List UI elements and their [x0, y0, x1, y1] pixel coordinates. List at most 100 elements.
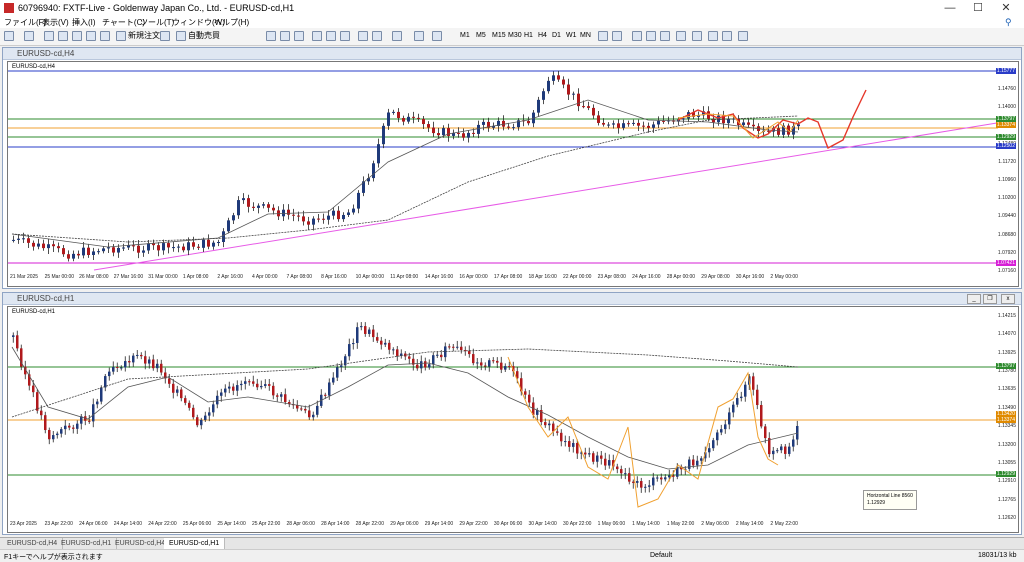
tab-eurusd-h4-2[interactable]: EURUSD-cd,H4 [110, 538, 172, 549]
timeframe-m30[interactable]: M30 [506, 30, 524, 42]
auto-trading-icon[interactable] [176, 31, 186, 41]
fibonacci-icon[interactable] [692, 31, 702, 41]
candle-body [587, 106, 590, 108]
timeframe-m1[interactable]: M1 [458, 30, 472, 42]
new-chart-icon[interactable] [4, 31, 14, 41]
maximize-button[interactable]: ☐ [964, 1, 992, 15]
horizontal-line-icon[interactable] [646, 31, 656, 41]
candle-body [420, 361, 423, 369]
window-close-button[interactable]: x [1001, 294, 1015, 304]
cursor-icon[interactable] [598, 31, 608, 41]
timeframe-w1[interactable]: W1 [564, 30, 579, 42]
chart-window-h4[interactable]: EURUSD-cd,H4 EURUSD-cd,H4 1.155201.14760… [2, 47, 1022, 289]
auto-trading-button[interactable]: 自動売買 [188, 30, 220, 42]
candle-body [120, 367, 123, 369]
profiles-icon[interactable] [24, 31, 34, 41]
tab-eurusd-h4[interactable]: EURUSD-cd,H4 [2, 538, 64, 549]
chart-window-h1[interactable]: EURUSD-cd,H1 _ ❐ x EURUSD-cd,H1 1.14215 1… [2, 292, 1022, 535]
timeframe-m5[interactable]: M5 [474, 30, 488, 42]
terminal-icon[interactable] [86, 31, 96, 41]
chart-window-titlebar[interactable]: EURUSD-cd,H4 [3, 48, 1021, 60]
candlestick-chart[interactable] [8, 62, 1018, 286]
menu-view[interactable]: 表示(V) [42, 17, 69, 28]
candle-body [107, 247, 110, 249]
status-profile: Default [650, 552, 673, 559]
templates-icon[interactable] [432, 31, 442, 41]
search-icon[interactable]: ⚲ [1005, 17, 1012, 28]
candle-body [357, 192, 360, 209]
timeframe-mn[interactable]: MN [578, 30, 593, 42]
time-tick-label: 23 Apr 2025 [10, 521, 37, 527]
new-order-icon[interactable] [116, 31, 126, 41]
menu-chart[interactable]: チャート(C) [102, 17, 145, 28]
vertical-line-icon[interactable] [632, 31, 642, 41]
candle-body [577, 93, 580, 107]
arrows-icon[interactable] [738, 31, 748, 41]
price-chart-area[interactable]: EURUSD-cd,H1 1.14215 1.14070 1.13925 1.1378… [7, 306, 1019, 533]
metaeditor-icon[interactable] [160, 31, 170, 41]
candle-body [97, 251, 100, 253]
time-tick-label: 24 Apr 22:00 [148, 521, 177, 527]
autoscroll-icon[interactable] [358, 31, 368, 41]
candle-body [224, 388, 227, 393]
chart-window-titlebar[interactable]: EURUSD-cd,H1 _ ❐ x [3, 293, 1021, 305]
tab-eurusd-h1-active[interactable]: EURUSD-cd,H1 [164, 538, 226, 549]
channel-icon[interactable] [676, 31, 686, 41]
indicators-icon[interactable] [392, 31, 402, 41]
candle-body [452, 346, 455, 348]
menu-help[interactable]: ヘルプ(H) [214, 17, 249, 28]
time-tick-label: 1 May 22:00 [666, 521, 695, 527]
candle-body [792, 439, 795, 447]
candle-body [576, 442, 579, 454]
menu-tools[interactable]: ツール(T) [140, 17, 174, 28]
timeframe-m15[interactable]: M15 [490, 30, 508, 42]
timeframe-h4[interactable]: H4 [536, 30, 549, 42]
candle-body [32, 385, 35, 393]
market-watch-icon[interactable] [44, 31, 54, 41]
periods-icon[interactable] [414, 31, 424, 41]
time-axis: 21 Mar 2025 25 Mar 00:00 26 Mar 08:00 27 Ma… [8, 274, 998, 284]
close-button[interactable]: ✕ [992, 1, 1020, 15]
trendline-icon[interactable] [660, 31, 670, 41]
chart-shift-icon[interactable] [372, 31, 382, 41]
candle-body [384, 342, 387, 345]
candle-body [592, 453, 595, 462]
candle-body [380, 340, 383, 345]
time-tick-label: 30 Apr 16:00 [735, 274, 765, 280]
zoom-out-icon[interactable] [326, 31, 336, 41]
tester-icon[interactable] [100, 31, 110, 41]
navigator-icon[interactable] [72, 31, 82, 41]
menu-insert[interactable]: 挿入(I) [72, 17, 96, 28]
candle-body [660, 477, 663, 480]
zoom-in-icon[interactable] [312, 31, 322, 41]
tab-eurusd-h1[interactable]: EURUSD-cd,H1 [56, 538, 118, 549]
new-order-button[interactable]: 新規注文 [128, 30, 160, 42]
candlestick-icon[interactable] [280, 31, 290, 41]
candle-body [696, 460, 699, 466]
bar-chart-icon[interactable] [266, 31, 276, 41]
crosshair-icon[interactable] [612, 31, 622, 41]
candle-body [257, 205, 260, 208]
tile-windows-icon[interactable] [340, 31, 350, 41]
price-tick-label: 1.07920 [997, 249, 1016, 256]
candle-body [27, 238, 30, 243]
price-chart-area[interactable]: EURUSD-cd,H4 1.155201.147601.140001.1324… [7, 61, 1019, 287]
candle-body [237, 200, 240, 216]
candle-body [88, 420, 91, 422]
timeframe-h1[interactable]: H1 [522, 30, 535, 42]
window-restore-button[interactable]: ❐ [983, 294, 997, 304]
candle-body [397, 111, 400, 119]
menu-file[interactable]: ファイル(F) [4, 17, 46, 28]
candle-body [232, 386, 235, 391]
timeframe-d1[interactable]: D1 [550, 30, 563, 42]
text-icon[interactable] [708, 31, 718, 41]
candle-body [157, 245, 160, 251]
candle-body [564, 441, 567, 443]
candle-body [336, 367, 339, 378]
line-chart-icon[interactable] [294, 31, 304, 41]
minimize-button[interactable]: — [936, 1, 964, 15]
window-minimize-button[interactable]: _ [967, 294, 981, 304]
candle-body [612, 123, 615, 125]
data-window-icon[interactable] [58, 31, 68, 41]
label-icon[interactable] [722, 31, 732, 41]
